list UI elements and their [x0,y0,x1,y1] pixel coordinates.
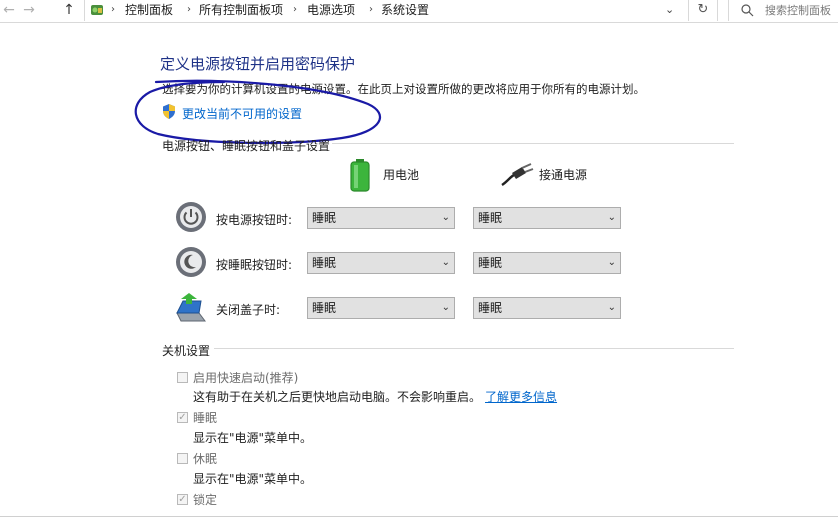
lid-close-plugged-select[interactable]: 睡眠 ⌄ [473,297,621,319]
power-plug-icon [501,163,534,186]
lock-checkbox[interactable]: ✓ [177,494,188,505]
control-panel-icon [91,5,103,15]
breadcrumb-all-items[interactable]: 所有控制面板项 [199,0,283,20]
address-dropdown-chevron-icon[interactable]: ⌄ [665,0,674,20]
battery-column-header: 用电池 [383,168,420,182]
power-section-title: 电源按钮、睡眠按钮和盖子设置 [162,139,331,153]
search-input[interactable] [765,2,838,18]
refresh-button[interactable]: ↻ [688,0,718,21]
up-arrow-icon[interactable]: ↑ [60,0,78,20]
power-button-label: 按电源按钮时: [216,213,293,227]
chevron-down-icon: ⌄ [607,257,616,268]
hibernate-checkbox[interactable] [177,453,188,464]
fast-startup-description: 这有助于在关机之后更快地启动电脑。不会影响重启。 了解更多信息 [193,390,558,404]
sleep-option-label: 睡眠 [193,411,218,425]
breadcrumb-separator-icon: › [111,4,115,15]
lock-option-label: 锁定 [193,493,218,507]
breadcrumb-control-panel[interactable]: 控制面板 [125,0,173,20]
sleep-button-battery-select[interactable]: 睡眠 ⌄ [307,252,455,274]
hibernate-option-description: 显示在"电源"菜单中。 [193,472,313,486]
section-divider [332,143,734,144]
sleep-button-label: 按睡眠按钮时: [216,258,293,272]
address-bar[interactable]: › 控制面板 › 所有控制面板项 › 电源选项 › 系统设置 ⌄ [84,0,685,21]
lid-close-battery-select[interactable]: 睡眠 ⌄ [307,297,455,319]
breadcrumb-separator-icon: › [293,4,297,15]
section-divider [214,348,734,349]
sleep-checkbox[interactable]: ✓ [177,412,188,423]
search-icon [741,4,754,17]
power-button-plugged-select[interactable]: 睡眠 ⌄ [473,207,621,229]
laptop-lid-icon [176,293,206,322]
battery-icon [350,159,370,192]
breadcrumb-separator-icon: › [187,4,191,15]
breadcrumb-separator-icon: › [369,4,373,15]
chevron-down-icon: ⌄ [607,212,616,223]
shutdown-section-title: 关机设置 [162,344,211,358]
fast-startup-label: 启用快速启动(推荐) [193,371,299,385]
hibernate-option-label: 休眠 [193,452,218,466]
chevron-down-icon: ⌄ [607,302,616,313]
sleep-option-description: 显示在"电源"菜单中。 [193,431,313,445]
sleep-button-icon [176,247,206,277]
address-toolbar: ← → ↑ › 控制面板 › 所有控制面板项 › 电源选项 › 系统设置 ⌄ ↻ [0,0,838,23]
forward-arrow-icon[interactable]: → [20,0,38,20]
learn-more-link[interactable]: 了解更多信息 [485,390,557,404]
breadcrumb-system-settings[interactable]: 系统设置 [381,0,429,20]
power-button-battery-select[interactable]: 睡眠 ⌄ [307,207,455,229]
search-box[interactable] [728,0,838,21]
chevron-down-icon: ⌄ [441,257,450,268]
sleep-button-plugged-select[interactable]: 睡眠 ⌄ [473,252,621,274]
window-bottom-edge [0,516,838,517]
fast-startup-checkbox[interactable] [177,372,188,383]
refresh-icon: ↻ [697,2,709,17]
chevron-down-icon: ⌄ [441,302,450,313]
plugged-in-column-header: 接通电源 [539,168,588,182]
back-arrow-icon[interactable]: ← [0,0,18,20]
lid-close-label: 关闭盖子时: [216,303,281,317]
power-button-icon [176,202,206,232]
breadcrumb-power-options[interactable]: 电源选项 [307,0,355,20]
chevron-down-icon: ⌄ [441,212,450,223]
